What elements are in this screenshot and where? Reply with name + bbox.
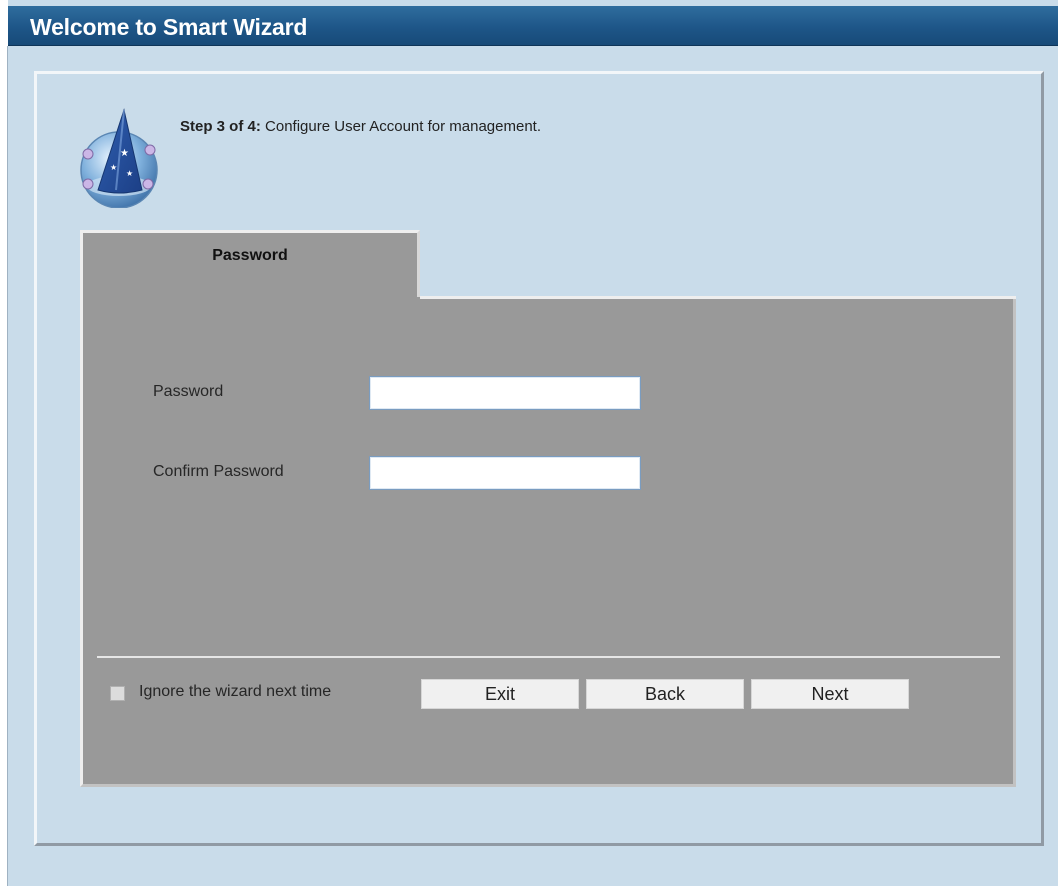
confirm-password-label: Confirm Password xyxy=(153,463,284,480)
tab-label: Password xyxy=(212,247,288,264)
svg-text:★: ★ xyxy=(110,163,117,172)
exit-button[interactable]: Exit xyxy=(421,679,579,709)
wizard-hat-icon: ★ ★ ★ xyxy=(80,108,158,208)
step-description: Configure User Account for management. xyxy=(260,118,542,135)
next-button[interactable]: Next xyxy=(751,679,909,709)
password-input[interactable] xyxy=(369,376,641,410)
page-edge-line xyxy=(7,46,8,886)
back-button[interactable]: Back xyxy=(586,679,744,709)
page-title: Welcome to Smart Wizard xyxy=(30,14,308,40)
ignore-wizard-label: Ignore the wizard next time xyxy=(139,683,332,700)
divider xyxy=(97,656,1000,658)
password-label: Password xyxy=(153,383,224,400)
panel-border xyxy=(420,296,1016,299)
svg-text:★: ★ xyxy=(126,169,133,178)
step-number: Step 3 of 4: xyxy=(180,118,261,135)
title-bar: Welcome to Smart Wizard xyxy=(8,6,1058,46)
tab-panel xyxy=(80,297,1016,787)
svg-text:★: ★ xyxy=(120,148,129,159)
step-indicator: Step 3 of 4: Configure User Account for … xyxy=(180,118,541,135)
tab-password[interactable]: Password xyxy=(80,230,420,300)
confirm-password-input[interactable] xyxy=(369,456,641,490)
ignore-wizard-checkbox[interactable] xyxy=(110,686,125,701)
